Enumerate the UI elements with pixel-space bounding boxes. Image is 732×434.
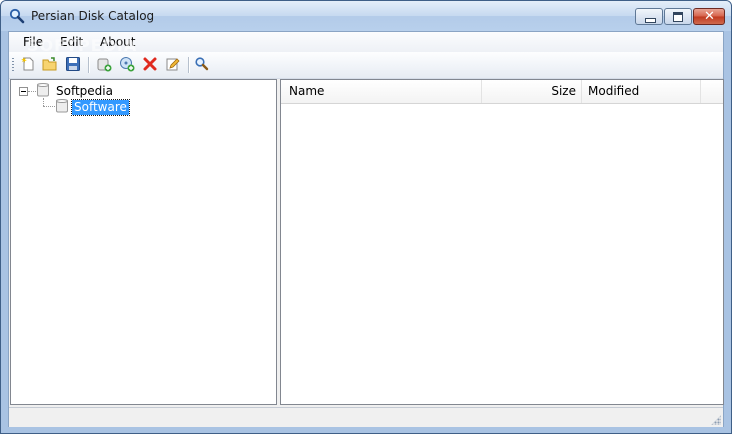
column-header-modified[interactable]: Modified: [582, 80, 701, 103]
menu-bar: File Edit About: [9, 32, 723, 52]
database-icon: [36, 82, 50, 101]
add-disk-icon: [96, 56, 112, 75]
collapse-toggle[interactable]: [19, 87, 28, 96]
file-list[interactable]: Name Size Modified: [280, 79, 724, 405]
search-button[interactable]: [193, 56, 211, 74]
open-button[interactable]: [41, 56, 59, 74]
toolbar-separator: [188, 57, 190, 73]
open-folder-icon: [42, 56, 58, 75]
add-network-disk-icon: [119, 56, 135, 75]
magnifier-icon: [9, 8, 25, 24]
edit-properties-button[interactable]: [164, 56, 182, 74]
client-area: File Edit About SOFTPEDIA Softpedia Soft…: [8, 31, 724, 427]
maximize-button[interactable]: [664, 8, 692, 25]
close-button[interactable]: ✕: [693, 8, 725, 25]
toolbar-separator: [88, 57, 90, 73]
resize-grip[interactable]: [711, 415, 721, 425]
column-header-name[interactable]: Name: [281, 80, 482, 103]
save-button[interactable]: [64, 56, 82, 74]
database-icon: [55, 98, 69, 117]
app-window: Persian Disk Catalog ✕ File Edit About S…: [0, 0, 732, 434]
edit-properties-icon: [165, 56, 181, 75]
toolbar: [9, 52, 723, 79]
window-title: Persian Disk Catalog: [31, 9, 155, 23]
search-icon: [194, 56, 210, 75]
add-network-disk-button[interactable]: [118, 56, 136, 74]
minimize-button[interactable]: [635, 8, 663, 25]
new-catalog-icon: [20, 56, 36, 75]
minimize-icon: [645, 18, 656, 23]
new-catalog-button[interactable]: [19, 56, 37, 74]
tree-node-softpedia[interactable]: Softpedia: [36, 82, 115, 101]
column-header-filler: [701, 80, 723, 103]
delete-button[interactable]: [141, 56, 159, 74]
tree-node-software[interactable]: Software: [55, 98, 130, 117]
tree-connector: [43, 106, 55, 107]
menu-file[interactable]: File: [23, 35, 43, 49]
maximize-icon: [673, 12, 683, 22]
menu-about[interactable]: About: [100, 35, 135, 49]
tree-node-label: Softpedia: [56, 83, 113, 98]
toolbar-grip[interactable]: [12, 58, 14, 72]
list-header: Name Size Modified: [281, 80, 723, 104]
status-bar: [9, 407, 723, 427]
delete-icon: [142, 56, 158, 75]
column-header-size[interactable]: Size: [482, 80, 582, 103]
menu-edit[interactable]: Edit: [60, 35, 83, 49]
save-disk-icon: [65, 56, 81, 75]
catalog-tree[interactable]: Softpedia Software: [10, 79, 277, 405]
title-bar[interactable]: Persian Disk Catalog ✕: [1, 1, 731, 31]
tree-connector: [28, 91, 36, 92]
add-disk-button[interactable]: [95, 56, 113, 74]
tree-node-label: Software: [71, 98, 130, 116]
close-icon: ✕: [704, 9, 715, 24]
